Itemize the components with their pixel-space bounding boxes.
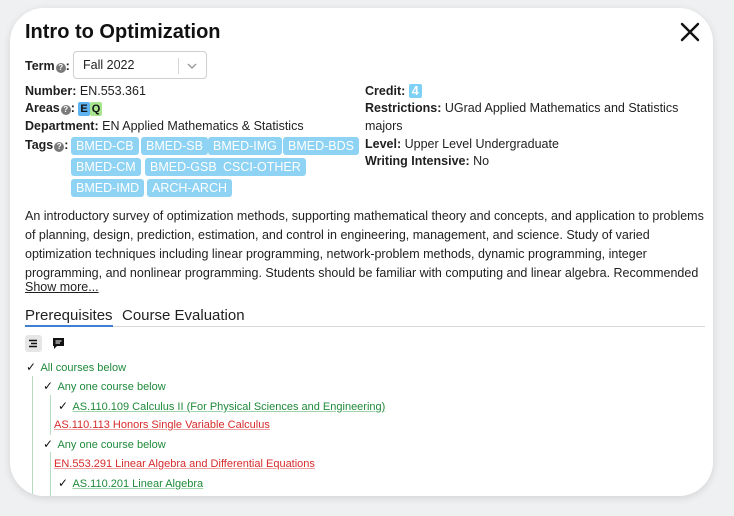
tag-bmed-cm[interactable]: BMED-CM bbox=[71, 158, 141, 176]
tags-help-icon[interactable]: ? bbox=[54, 142, 65, 152]
term-select-value: Fall 2022 bbox=[83, 58, 135, 72]
tab-course-evaluation[interactable]: Course Evaluation bbox=[122, 307, 245, 324]
tag-bmed-gsb[interactable]: BMED-GSB bbox=[145, 158, 222, 176]
list-indent-icon bbox=[29, 339, 37, 348]
number-label: Number: bbox=[25, 84, 77, 98]
tag-bmed-imd[interactable]: BMED-IMD bbox=[71, 179, 145, 197]
level-row: Level: Upper Level Undergraduate bbox=[365, 136, 559, 152]
course-title: Intro to Optimization bbox=[25, 21, 221, 43]
tags-label-wrap: Tags?: bbox=[25, 138, 69, 152]
term-label: Term bbox=[25, 59, 55, 73]
number-row: Number: EN.553.361 bbox=[25, 83, 146, 99]
close-icon[interactable] bbox=[678, 20, 702, 44]
tree-any-one-1: ✓ Any one course below bbox=[43, 379, 166, 393]
tree-course-calc2[interactable]: ✓ AS.110.109 Calculus II (For Physical S… bbox=[58, 399, 385, 414]
check-icon: ✓ bbox=[43, 379, 54, 393]
tab-bar: Prerequisites Course Evaluation bbox=[25, 307, 705, 327]
course-description: An introductory survey of optimization m… bbox=[25, 209, 704, 280]
credit-label: Credit: bbox=[365, 84, 406, 98]
restrictions-row-2: majors bbox=[365, 118, 403, 134]
writing-value: No bbox=[473, 154, 490, 168]
tag-bmed-cb[interactable]: BMED-CB bbox=[71, 137, 139, 155]
writing-label: Writing Intensive: bbox=[365, 154, 470, 168]
tree-course-lin-alg[interactable]: ✓ AS.110.201 Linear Algebra bbox=[58, 476, 203, 491]
restrictions-row: Restrictions: UGrad Applied Mathematics … bbox=[365, 100, 678, 116]
tree-line-group2 bbox=[50, 452, 51, 496]
tag-bmed-sb[interactable]: BMED-SB bbox=[141, 137, 208, 155]
areas-row: Areas?: EQ bbox=[25, 101, 103, 116]
level-value: Upper Level Undergraduate bbox=[404, 137, 559, 151]
term-label-wrap: Term?: bbox=[25, 59, 70, 73]
areas-label: Areas bbox=[25, 101, 60, 115]
tree-view-button[interactable] bbox=[25, 335, 42, 352]
tag-arch-arch[interactable]: ARCH-ARCH bbox=[147, 179, 232, 197]
term-select-divider bbox=[178, 58, 179, 74]
restrictions-value: UGrad Applied Mathematics and Statistics bbox=[444, 101, 679, 115]
level-label: Level: bbox=[365, 137, 402, 151]
tree-line-root bbox=[32, 376, 33, 496]
department-row: Department: EN Applied Mathematics & Sta… bbox=[25, 118, 304, 134]
chevron-down-icon bbox=[187, 63, 197, 69]
writing-row: Writing Intensive: No bbox=[365, 153, 489, 169]
credit-value: 4 bbox=[408, 84, 422, 98]
course-modal: Intro to Optimization Term?: Fall 2022 N… bbox=[10, 8, 713, 496]
show-more-link[interactable]: Show more... bbox=[25, 280, 99, 294]
department-value: EN Applied Mathematics & Statistics bbox=[102, 119, 304, 133]
check-icon: ✓ bbox=[58, 399, 69, 413]
term-help-icon[interactable]: ? bbox=[55, 63, 66, 73]
tab-prerequisites[interactable]: Prerequisites bbox=[25, 307, 113, 327]
comment-view-button[interactable] bbox=[50, 335, 67, 352]
tree-all-courses: ✓ All courses below bbox=[26, 360, 127, 374]
tag-csci-other[interactable]: CSCI-OTHER bbox=[218, 158, 306, 176]
tree-course-honors-calc[interactable]: AS.110.113 Honors Single Variable Calcul… bbox=[54, 418, 270, 432]
term-select[interactable]: Fall 2022 bbox=[73, 51, 207, 79]
tags-label: Tags bbox=[25, 138, 54, 152]
check-icon: ✓ bbox=[58, 476, 69, 490]
comment-icon bbox=[53, 338, 64, 349]
tree-any-one-2: ✓ Any one course below bbox=[43, 437, 166, 451]
tree-line-group1 bbox=[50, 395, 51, 435]
area-badge-q: Q bbox=[89, 102, 103, 116]
department-label: Department: bbox=[25, 119, 99, 133]
area-badge-e: E bbox=[78, 102, 90, 116]
credit-row: Credit: 4 bbox=[365, 83, 422, 99]
number-value: EN.553.361 bbox=[79, 84, 146, 98]
check-icon: ✓ bbox=[43, 437, 54, 451]
areas-help-icon[interactable]: ? bbox=[60, 105, 71, 115]
tag-bmed-img[interactable]: BMED-IMG bbox=[208, 137, 282, 155]
restrictions-value-2: majors bbox=[365, 119, 403, 133]
tree-course-lin-alg-diff[interactable]: EN.553.291 Linear Algebra and Differenti… bbox=[54, 457, 315, 471]
check-icon: ✓ bbox=[26, 360, 37, 374]
restrictions-label: Restrictions: bbox=[365, 101, 442, 115]
tag-bmed-bds[interactable]: BMED-BDS bbox=[283, 137, 359, 155]
